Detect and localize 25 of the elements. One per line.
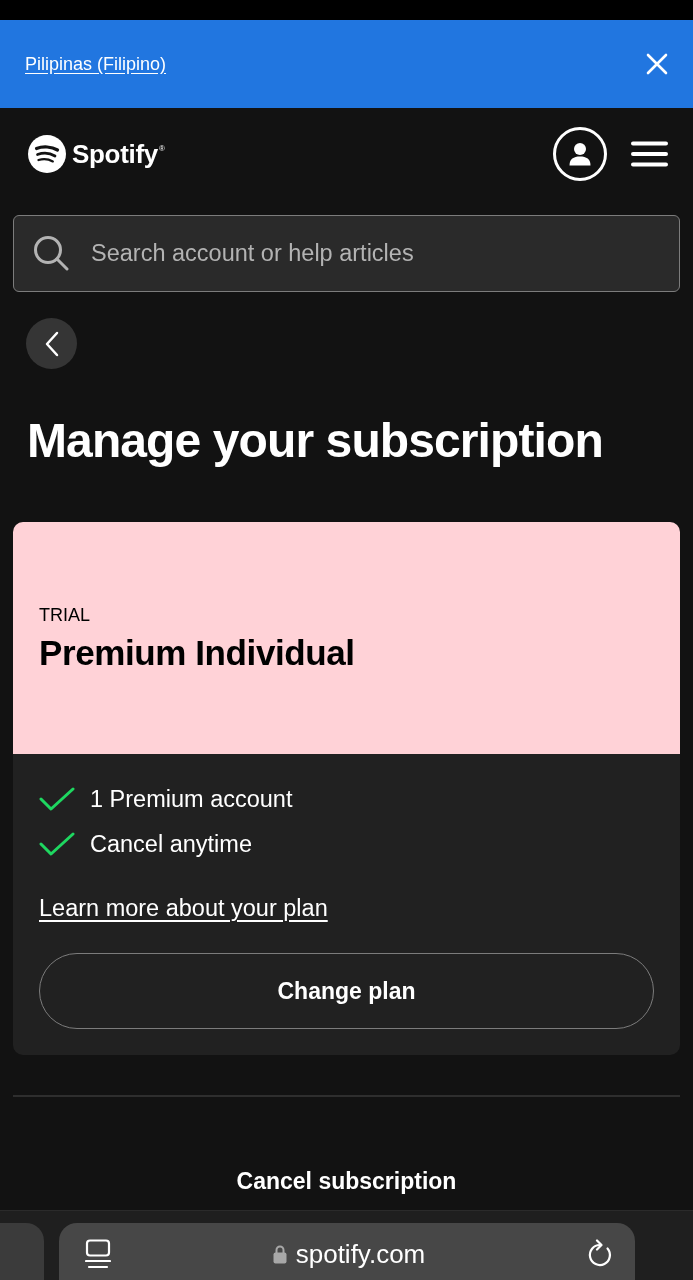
logo-icon — [28, 135, 66, 173]
plan-name: Premium Individual — [39, 633, 355, 673]
page-menu-icon — [85, 1239, 111, 1269]
plan-label: TRIAL — [39, 604, 90, 626]
feature-text: Cancel anytime — [90, 830, 252, 859]
account-button[interactable] — [553, 127, 607, 181]
address-bar[interactable]: spotify.com — [59, 1223, 635, 1280]
reload-icon[interactable] — [587, 1239, 613, 1269]
search-icon — [33, 235, 69, 271]
page-title: Manage your subscription — [27, 413, 604, 468]
url-text: spotify.com — [295, 1241, 426, 1267]
lock-icon — [272, 1244, 287, 1264]
back-button[interactable] — [26, 318, 77, 369]
language-link[interactable]: Pilipinas (Filipino) — [25, 53, 167, 75]
close-button[interactable] — [646, 53, 668, 75]
chevron-left-icon — [44, 330, 59, 357]
menu-button[interactable] — [631, 141, 668, 167]
menu-icon — [631, 141, 668, 167]
feature-text: 1 Premium account — [90, 785, 293, 814]
person-icon — [569, 142, 591, 166]
plan-details-link[interactable]: Learn more about your plan — [39, 893, 328, 923]
brand-name: Spotify$^{®}$ — [72, 141, 165, 167]
close-icon — [646, 53, 668, 75]
cancel-subscription-button[interactable]: Cancel subscription — [236, 1166, 457, 1196]
search-field[interactable]: Search account or help articles — [13, 215, 680, 292]
